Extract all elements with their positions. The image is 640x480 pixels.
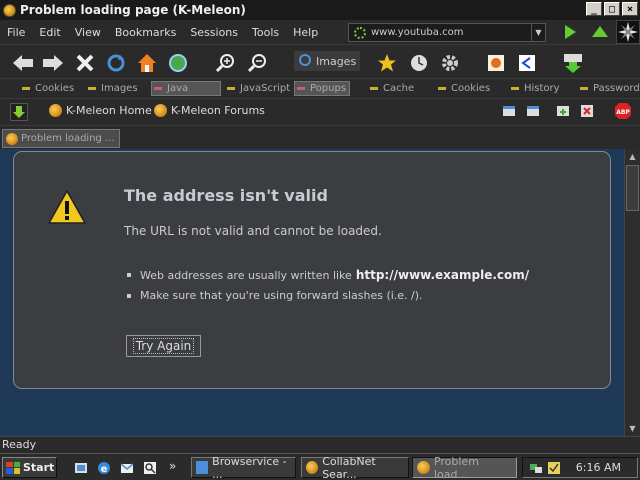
tab-problem-loading[interactable]: Problem loading ... [2, 129, 120, 148]
list-item: Make sure that you're using forward slas… [127, 289, 529, 302]
window-list-icon[interactable] [526, 104, 540, 118]
throbber-icon [616, 20, 640, 44]
error-title: The address isn't valid [124, 186, 328, 205]
taskbar: Start e » Browservice - ... CollabNet Se… [0, 453, 640, 480]
example-url: http://www.example.com/ [355, 268, 530, 282]
browservice-icon [196, 461, 209, 474]
url-dropdown-button[interactable]: ▼ [531, 24, 545, 41]
tab-list-icon[interactable] [502, 104, 516, 118]
history-clock-icon[interactable] [408, 52, 430, 74]
window-title: Problem loading page (K-Meleon) [20, 3, 246, 17]
status-text: Ready [2, 438, 37, 451]
quicklaunch-desktop-icon[interactable] [74, 461, 88, 475]
tab-bar: Problem loading ... [0, 125, 640, 149]
menu-help[interactable]: Help [286, 26, 325, 39]
quicklaunch-ie-icon[interactable]: e [97, 461, 111, 475]
windows-logo-icon [6, 461, 20, 474]
bookmarks-bar: K-Meleon Home K-Meleon Forums ABP [0, 98, 640, 124]
reload-icon[interactable] [105, 52, 127, 74]
menu-bookmarks[interactable]: Bookmarks [108, 26, 183, 39]
source-icon[interactable] [516, 52, 538, 74]
tray-app-icon[interactable] [547, 461, 561, 478]
menu-view[interactable]: View [68, 26, 108, 39]
k-meleon-icon [3, 3, 16, 17]
error-hints: Web addresses are usually written like ht… [127, 268, 529, 309]
scroll-down-button[interactable]: ▼ [625, 421, 640, 436]
bookmark-k-meleon-forums[interactable]: K-Meleon Forums [154, 104, 265, 117]
up-button[interactable] [592, 26, 608, 37]
tray-network-icon[interactable] [529, 461, 543, 478]
scroll-thumb[interactable] [626, 165, 639, 211]
toggle-history[interactable]: History [509, 81, 560, 96]
toggle-images[interactable]: Images [86, 81, 138, 96]
images-button-label: Images [316, 54, 357, 68]
tab-label: Problem loading ... [21, 133, 115, 144]
home-icon[interactable] [136, 52, 158, 74]
go-button[interactable] [565, 25, 576, 39]
toggle-popups[interactable]: Popups [294, 81, 350, 96]
stop-icon[interactable] [74, 52, 96, 74]
toggle-javascript[interactable]: JavaScript [225, 81, 290, 96]
start-button[interactable]: Start [2, 457, 57, 478]
try-again-button[interactable]: Try Again [126, 335, 201, 357]
k-meleon-icon [154, 104, 167, 117]
adblock-plus-icon[interactable]: ABP [614, 102, 632, 120]
bookmarks-menu-button[interactable] [10, 103, 28, 121]
toggle-java[interactable]: Java [151, 81, 221, 96]
new-tab-icon[interactable] [556, 104, 570, 118]
images-button[interactable]: Images [294, 51, 361, 71]
menu-tools[interactable]: Tools [245, 26, 286, 39]
error-message: The URL is not valid and cannot be loade… [124, 224, 382, 238]
download-icon[interactable] [562, 52, 584, 74]
scroll-up-button[interactable]: ▲ [625, 149, 640, 164]
settings-gear-icon[interactable] [439, 52, 461, 74]
vertical-scrollbar[interactable]: ▲ ▼ [624, 149, 640, 436]
error-panel: The address isn't valid The URL is not v… [13, 151, 611, 389]
zoom-out-icon[interactable] [246, 52, 268, 74]
close-button[interactable]: × [622, 2, 638, 16]
extension-icon[interactable] [485, 52, 507, 74]
taskbar-button-collabnet[interactable]: CollabNet Sear... [301, 455, 409, 480]
close-tab-icon[interactable] [580, 104, 594, 118]
k-meleon-icon [306, 461, 319, 474]
k-meleon-icon [417, 461, 430, 474]
list-item: Web addresses are usually written like ht… [127, 268, 529, 282]
menu-file[interactable]: File [0, 26, 32, 39]
menu-edit[interactable]: Edit [32, 26, 67, 39]
favorites-star-icon[interactable] [376, 52, 398, 74]
globe-icon[interactable] [167, 52, 189, 74]
back-icon[interactable] [12, 52, 34, 74]
svg-text:e: e [101, 464, 108, 475]
maximize-button[interactable]: □ [604, 2, 620, 16]
quicklaunch-more-button[interactable]: » [169, 459, 176, 473]
taskbar-button-browservice[interactable]: Browservice - ... [191, 455, 296, 480]
url-bar[interactable]: ▼ [348, 23, 546, 42]
status-bar: Ready [0, 436, 640, 453]
quicklaunch-outlook-icon[interactable] [120, 461, 134, 475]
toggle-cookies[interactable]: Cookies [20, 81, 74, 96]
clock: 6:16 AM [575, 461, 621, 474]
toggle-passwords[interactable]: Passwords [578, 81, 640, 96]
minimize-button[interactable]: _ [586, 2, 602, 16]
page-content: The address isn't valid The URL is not v… [0, 149, 624, 436]
forward-icon[interactable] [42, 52, 64, 74]
toggle-cookies-clear[interactable]: Cookies [436, 81, 490, 96]
bookmark-k-meleon-home[interactable]: K-Meleon Home [49, 104, 152, 117]
images-toggle-icon [298, 53, 312, 70]
toggle-cache[interactable]: Cache [368, 81, 414, 96]
loading-icon [354, 26, 366, 39]
k-meleon-icon [49, 104, 62, 117]
system-tray: 6:16 AM [522, 457, 638, 478]
privacy-toggle-bar: Cookies Images Java JavaScript Popups Ca… [0, 78, 640, 98]
url-input[interactable] [371, 27, 521, 38]
zoom-in-icon[interactable] [214, 52, 236, 74]
warning-icon [47, 189, 87, 228]
k-meleon-icon [6, 132, 18, 145]
taskbar-button-problem-loading[interactable]: Problem load... [412, 455, 517, 480]
title-bar: Problem loading page (K-Meleon) _ □ × [0, 0, 640, 20]
quicklaunch-search-icon[interactable] [143, 461, 157, 475]
svg-text:ABP: ABP [616, 109, 630, 116]
menu-sessions[interactable]: Sessions [183, 26, 245, 39]
